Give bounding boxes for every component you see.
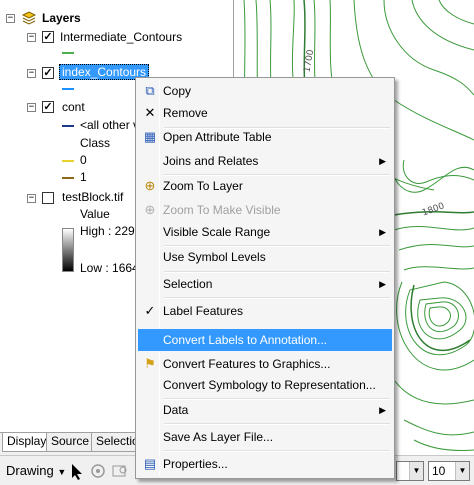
menu-item-use-symbol-levels[interactable]: Use Symbol Levels xyxy=(138,246,392,268)
menu-item-visible-scale-range-label: Visible Scale Range xyxy=(163,225,271,239)
font-size-dropdown[interactable]: 10 ▼ xyxy=(428,461,470,481)
cont-collapse-toggle[interactable]: − xyxy=(27,103,36,112)
testblock-value-heading: Value xyxy=(80,207,110,221)
table-icon: ▦ xyxy=(143,129,157,144)
menu-separator xyxy=(164,423,390,425)
intermediate-contours-symbol xyxy=(62,52,74,54)
menu-item-convert-labels-to-annotation-label: Convert Labels to Annotation... xyxy=(163,333,328,347)
menu-item-save-as-layer-file[interactable]: Save As Layer File... xyxy=(138,426,392,448)
layers-collapse-toggle[interactable]: − xyxy=(6,14,15,23)
submenu-arrow-icon: ▶ xyxy=(379,227,386,237)
testblock-high-label: High : 2292 xyxy=(80,224,142,238)
menu-item-use-symbol-levels-label: Use Symbol Levels xyxy=(163,250,266,264)
intermediate-contours-collapse-toggle[interactable]: − xyxy=(27,33,36,42)
submenu-arrow-icon: ▶ xyxy=(379,405,386,415)
menu-item-data-label: Data xyxy=(163,403,189,417)
cont-class-heading: Class xyxy=(80,136,111,150)
font-name-dropdown[interactable]: ▼ xyxy=(396,461,424,481)
menu-item-convert-features-to-graphics-label: Convert Features to Graphics... xyxy=(163,357,331,371)
menu-item-joins-and-relates-label: Joins and Relates xyxy=(163,154,259,168)
menu-item-copy-label: Copy xyxy=(163,84,192,98)
menu-item-remove[interactable]: ✕ Remove xyxy=(138,102,392,124)
menu-item-data[interactable]: Data ▶ xyxy=(138,399,392,421)
drawing-menu-label: Drawing xyxy=(6,463,54,478)
drawing-dropdown-arrow-icon: ▼ xyxy=(57,467,67,477)
tab-display[interactable]: Display xyxy=(2,433,52,452)
layer-context-menu: ⧉ Copy ✕ Remove ▦ Open Attribute Table J… xyxy=(135,77,395,479)
menu-item-open-attribute-table[interactable]: ▦ Open Attribute Table xyxy=(138,126,392,148)
cont-class-0-label: 0 xyxy=(80,153,87,167)
menu-item-zoom-to-layer-label: Zoom To Layer xyxy=(163,179,243,193)
cont-class-0-symbol xyxy=(62,160,74,162)
testblock-checkbox[interactable] xyxy=(42,192,54,204)
copy-icon: ⧉ xyxy=(145,83,155,98)
zoom-to-layer-icon: ⊕ xyxy=(144,178,156,193)
menu-item-convert-labels-to-annotation[interactable]: Convert Labels to Annotation... xyxy=(138,329,392,351)
submenu-arrow-icon: ▶ xyxy=(379,279,386,289)
convert-graphics-icon: ⚑ xyxy=(144,356,156,371)
cont-class-1-symbol xyxy=(62,177,74,179)
intermediate-contours-checkbox[interactable]: ✓ xyxy=(42,31,54,43)
font-size-value: 10 xyxy=(432,464,446,478)
remove-icon: ✕ xyxy=(144,105,156,120)
menu-item-zoom-to-layer[interactable]: ⊕ Zoom To Layer xyxy=(138,175,392,197)
menu-item-joins-and-relates[interactable]: Joins and Relates ▶ xyxy=(138,150,392,172)
menu-item-selection[interactable]: Selection ▶ xyxy=(138,273,392,295)
font-size-dropdown-arrow-icon: ▼ xyxy=(455,462,469,480)
layer-name-intermediate-contours[interactable]: Intermediate_Contours xyxy=(60,28,182,46)
menu-item-save-as-layer-file-label: Save As Layer File... xyxy=(163,430,274,444)
menu-item-open-attribute-table-label: Open Attribute Table xyxy=(163,130,272,144)
menu-item-convert-features-to-graphics[interactable]: ⚑ Convert Features to Graphics... xyxy=(138,353,392,375)
testblock-low-label: Low : 1664 xyxy=(80,261,139,275)
cont-all-other-symbol xyxy=(62,125,74,127)
menu-item-label-features[interactable]: ✓ Label Features xyxy=(138,300,392,322)
menu-separator xyxy=(164,450,390,452)
font-name-dropdown-arrow-icon: ▼ xyxy=(409,462,423,480)
tab-source[interactable]: Source xyxy=(46,433,95,452)
layer-name-testblock[interactable]: testBlock.tif xyxy=(62,188,123,206)
menu-item-visible-scale-range[interactable]: Visible Scale Range ▶ xyxy=(138,221,392,243)
zoom-visible-icon: ⊕ xyxy=(144,202,156,217)
testblock-collapse-toggle[interactable]: − xyxy=(27,194,36,203)
testblock-color-ramp xyxy=(62,228,74,272)
layers-icon xyxy=(21,11,37,25)
menu-item-properties[interactable]: ▤ Properties... xyxy=(138,453,392,475)
menu-item-remove-label: Remove xyxy=(163,106,208,120)
submenu-arrow-icon: ▶ xyxy=(379,156,386,166)
menu-item-properties-label: Properties... xyxy=(163,457,228,471)
menu-item-label-features-label: Label Features xyxy=(163,304,244,318)
menu-item-selection-label: Selection xyxy=(163,277,213,291)
menu-item-zoom-to-make-visible-label: Zoom To Make Visible xyxy=(163,203,281,217)
select-pointer-icon[interactable] xyxy=(70,463,84,481)
index-contours-collapse-toggle[interactable]: − xyxy=(27,69,36,78)
check-mark-icon: ✓ xyxy=(144,303,156,318)
layer-name-cont[interactable]: cont xyxy=(62,98,85,116)
menu-separator xyxy=(164,297,390,299)
rotate-icon[interactable] xyxy=(90,463,106,481)
layers-root-label: Layers xyxy=(42,11,81,25)
menu-item-convert-symbology-label: Convert Symbology to Representation... xyxy=(163,378,376,392)
drawing-menu-button[interactable]: Drawing ▼ xyxy=(6,462,66,480)
cont-class-1-label: 1 xyxy=(80,170,87,184)
properties-icon: ▤ xyxy=(143,456,157,471)
index-contours-checkbox[interactable]: ✓ xyxy=(42,67,54,79)
menu-item-copy[interactable]: ⧉ Copy xyxy=(138,80,392,102)
index-contours-symbol xyxy=(62,88,74,90)
zoom-whole-page-icon[interactable] xyxy=(112,463,130,481)
cont-checkbox[interactable]: ✓ xyxy=(42,101,54,113)
menu-item-zoom-to-make-visible: ⊕ Zoom To Make Visible xyxy=(138,199,392,221)
cont-all-other-label: <all other v xyxy=(80,118,140,132)
menu-item-convert-symbology[interactable]: Convert Symbology to Representation... xyxy=(138,374,392,396)
